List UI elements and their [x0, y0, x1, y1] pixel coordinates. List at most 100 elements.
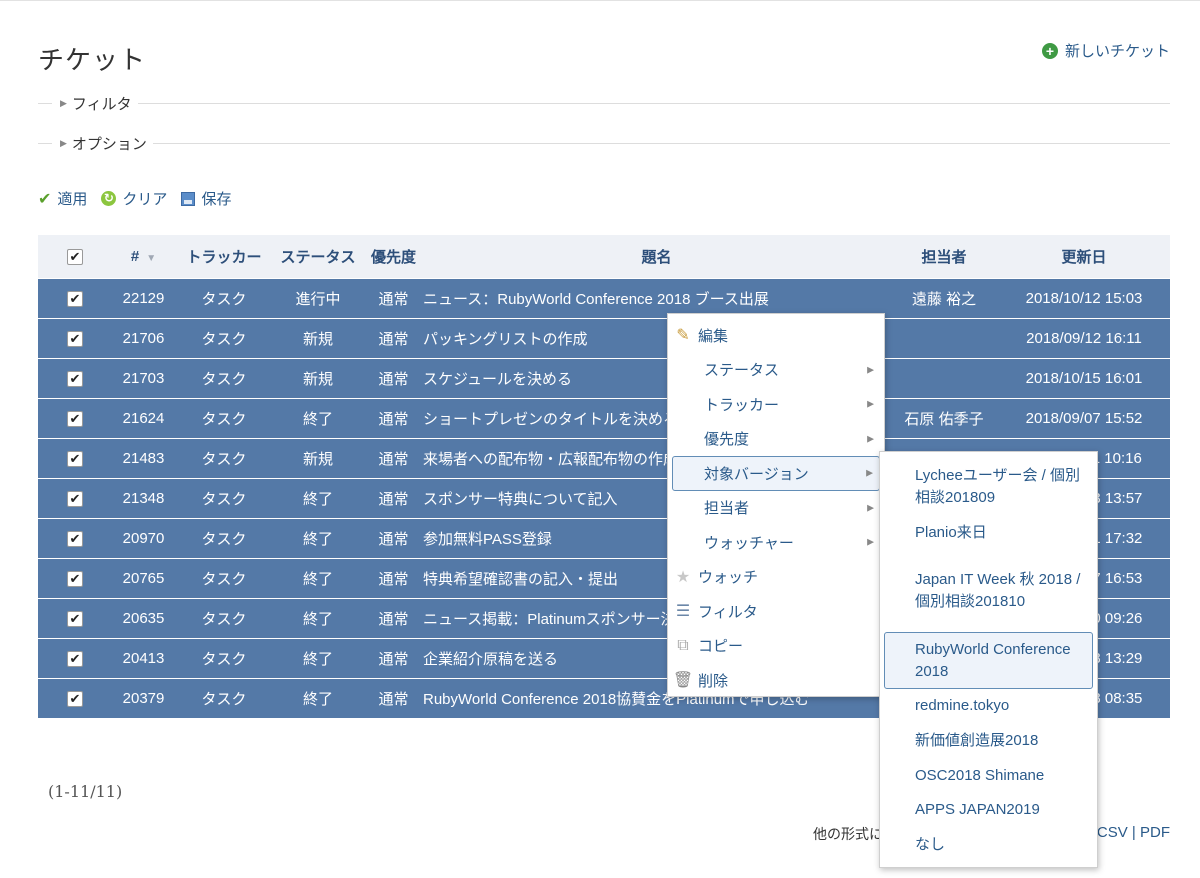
context-menu-target-version[interactable]: 対象バージョン ▶: [672, 456, 880, 491]
select-all-checkbox[interactable]: ✔: [67, 248, 83, 265]
save-label: 保存: [201, 191, 232, 208]
table-row[interactable]: ✔ 22129 タスク 進行中 通常 ニュース：RubyWorld Conference …: [38, 278, 1170, 318]
issue-id-link[interactable]: 21703: [111, 370, 176, 387]
table-row[interactable]: ✔ 21703 タスク 新規 通常 スケジュールを決める 2018/10/15 16:01: [38, 358, 1170, 398]
context-menu-copy[interactable]: ⧉ コピー: [668, 629, 884, 664]
assignee-cell: 石原 佑季子: [904, 411, 984, 428]
context-menu-watcher[interactable]: ウォッチャー ▶: [668, 525, 884, 560]
status-cell: 終了: [302, 691, 333, 708]
issue-id-link[interactable]: 21483: [111, 450, 176, 467]
tracker-cell: タスク: [201, 571, 247, 588]
issue-id-link[interactable]: 20970: [111, 530, 176, 547]
fieldset-line: [152, 143, 1170, 144]
context-menu-assignee[interactable]: 担当者 ▶: [668, 491, 884, 526]
issue-id-link[interactable]: 20765: [111, 570, 176, 587]
column-header-status[interactable]: ステータス: [272, 246, 364, 267]
context-menu-edit[interactable]: ✎ 編集: [668, 318, 884, 353]
version-option[interactable]: APPS JAPAN2019: [884, 793, 1093, 827]
issue-subject-link[interactable]: ニュース：RubyWorld Conference 2018 ブース出展: [423, 288, 890, 309]
filter-legend[interactable]: フィルタ: [72, 93, 138, 114]
context-menu-status[interactable]: ステータス ▶: [668, 353, 884, 388]
priority-cell: 通常: [378, 571, 409, 588]
table-row[interactable]: ✔ 21624 タスク 終了 通常 ショートプレゼンのタイトルを決める 石原 佑季子 2018…: [38, 398, 1170, 438]
issue-id-link[interactable]: 20635: [111, 610, 176, 627]
column-header-updated[interactable]: 更新日: [998, 246, 1170, 267]
options-legend[interactable]: オプション: [72, 133, 153, 154]
options-fieldset-toggle[interactable]: ▶ オプション: [38, 133, 1170, 154]
issue-id-link[interactable]: 21706: [111, 330, 176, 347]
row-checkbox[interactable]: ✔: [67, 530, 83, 547]
table-row[interactable]: ✔ 21706 タスク 新規 通常 パッキングリストの作成 2018/09/12 16:11: [38, 318, 1170, 358]
version-option[interactable]: Japan IT Week 秋 2018 / 個別相談201810: [884, 550, 1093, 632]
clear-button[interactable]: ↻ クリア: [101, 188, 167, 209]
priority-cell: 通常: [378, 451, 409, 468]
column-header-priority[interactable]: 優先度: [364, 246, 423, 267]
row-checkbox[interactable]: ✔: [67, 490, 83, 507]
row-checkbox[interactable]: ✔: [67, 290, 83, 307]
row-checkbox[interactable]: ✔: [67, 690, 83, 707]
issue-id-link[interactable]: 20379: [111, 690, 176, 707]
issue-id-link[interactable]: 21348: [111, 490, 176, 507]
version-option[interactable]: Lycheeユーザー会 / 個別相談201809: [884, 458, 1093, 516]
version-option[interactable]: 新価値創造展2018: [884, 723, 1093, 758]
new-issue-link[interactable]: + 新しいチケット: [1041, 40, 1170, 61]
apply-button[interactable]: ✔ 適用: [38, 188, 87, 209]
issue-id-link[interactable]: 20413: [111, 650, 176, 667]
tracker-cell: タスク: [201, 291, 247, 308]
select-all-cell: ✔: [38, 248, 111, 265]
version-option[interactable]: OSC2018 Shimane: [884, 758, 1093, 793]
fieldset-line: [38, 103, 52, 104]
row-checkbox[interactable]: ✔: [67, 650, 83, 667]
menu-item-label: トラッカー: [704, 396, 780, 414]
column-header-id[interactable]: # ▼: [111, 248, 176, 265]
column-header-subject[interactable]: 題名: [423, 246, 890, 267]
column-header-assignee[interactable]: 担当者: [890, 246, 998, 267]
result-count: (1-11/11): [48, 782, 123, 801]
context-menu-watch[interactable]: ★ ウォッチ: [668, 560, 884, 595]
context-menu-tracker[interactable]: トラッカー ▶: [668, 387, 884, 422]
row-checkbox[interactable]: ✔: [67, 570, 83, 587]
filter-fieldset-toggle[interactable]: ▶ フィルタ: [38, 93, 1170, 114]
priority-cell: 通常: [378, 491, 409, 508]
row-checkbox[interactable]: ✔: [67, 330, 83, 347]
tracker-cell: タスク: [201, 331, 247, 348]
priority-cell: 通常: [378, 331, 409, 348]
csv-export-link[interactable]: CSV: [1097, 824, 1128, 841]
row-checkbox[interactable]: ✔: [67, 450, 83, 467]
row-select-cell: ✔: [38, 410, 111, 427]
row-checkbox[interactable]: ✔: [67, 610, 83, 627]
add-icon: +: [1041, 42, 1058, 59]
tracker-cell: タスク: [201, 531, 247, 548]
row-select-cell: ✔: [38, 290, 111, 307]
submenu-arrow-icon: ▶: [866, 467, 873, 478]
row-checkbox[interactable]: ✔: [67, 370, 83, 387]
save-button[interactable]: 保存: [181, 188, 231, 209]
status-cell: 終了: [302, 651, 333, 668]
context-menu-priority[interactable]: 優先度 ▶: [668, 422, 884, 457]
row-checkbox[interactable]: ✔: [67, 410, 83, 427]
menu-item-label: 対象バージョン: [704, 465, 809, 483]
status-cell: 終了: [302, 491, 333, 508]
tracker-cell: タスク: [201, 691, 247, 708]
issue-id-link[interactable]: 22129: [111, 290, 176, 307]
status-cell: 進行中: [295, 291, 341, 308]
tracker-cell: タスク: [201, 611, 247, 628]
version-option[interactable]: なし: [884, 827, 1093, 862]
submenu-arrow-icon: ▶: [867, 433, 874, 444]
row-select-cell: ✔: [38, 530, 111, 547]
new-issue-label: 新しいチケット: [1064, 43, 1170, 60]
pdf-export-link[interactable]: PDF: [1140, 824, 1170, 841]
context-menu-filter[interactable]: ☰ フィルタ: [668, 594, 884, 629]
version-option[interactable]: Planio来日: [884, 516, 1093, 550]
issue-id-link[interactable]: 21624: [111, 410, 176, 427]
menu-item-label: 削除: [698, 672, 729, 690]
tracker-cell: タスク: [201, 371, 247, 388]
context-menu-delete[interactable]: 🗑 削除: [668, 663, 884, 698]
version-submenu: Lycheeユーザー会 / 個別相談201809 Planio来日 Japan …: [879, 451, 1098, 868]
row-select-cell: ✔: [38, 370, 111, 387]
version-option[interactable]: redmine.tokyo: [884, 689, 1093, 723]
version-option-selected[interactable]: RubyWorld Conference 2018: [884, 632, 1093, 689]
tracker-cell: タスク: [201, 651, 247, 668]
submenu-arrow-icon: ▶: [867, 502, 874, 513]
column-header-tracker[interactable]: トラッカー: [176, 246, 272, 267]
